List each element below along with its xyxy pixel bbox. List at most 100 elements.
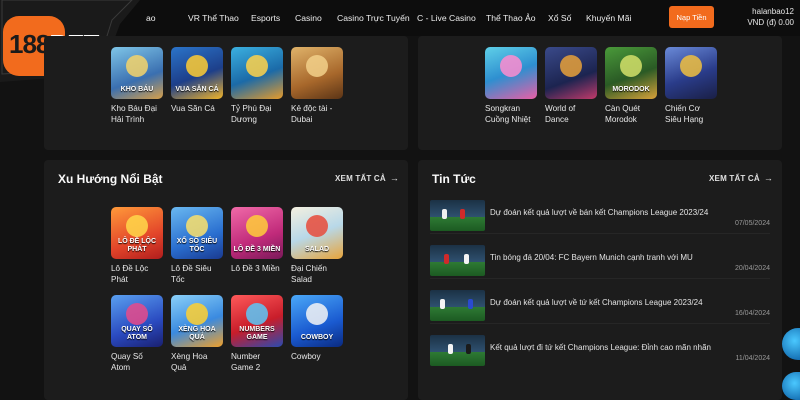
game-tile[interactable]: COWBOY Cowboy xyxy=(291,295,343,362)
news-headline: Kết quả lượt đi tứ kết Champions League:… xyxy=(490,343,711,352)
game-art-label: XÈNG HOA QUẢ xyxy=(178,326,216,341)
game-name: Vua Săn Cá xyxy=(171,104,215,113)
game-thumbnail: KHO BÁU xyxy=(111,47,163,99)
nav-item-lottery[interactable]: Xổ Số xyxy=(548,13,571,23)
game-art-icon xyxy=(500,55,522,77)
username: halanbao12 xyxy=(752,7,794,16)
news-item[interactable]: Dự đoán kết quả lượt về bán kết Champion… xyxy=(430,200,770,234)
game-art-icon xyxy=(186,55,208,77)
game-art-label: XỔ SỐ SIÊU TỐC xyxy=(176,238,218,253)
game-name: Number Game 2 xyxy=(231,352,261,372)
see-all-label: XEM TẤT CẢ xyxy=(709,174,760,183)
arrow-right-icon: → xyxy=(763,173,774,183)
news-panel: Tin Tức XEM TẤT CẢ → Dự đoán kết quả lượt… xyxy=(418,160,782,400)
news-thumbnail xyxy=(430,200,485,231)
game-thumbnail: NUMBERS GAME xyxy=(231,295,283,347)
news-date: 20/04/2024 xyxy=(734,265,770,272)
game-thumbnail: LÔ ĐỀ 3 MIỀN xyxy=(231,207,283,259)
game-name: Đại Chiến Salad xyxy=(291,264,327,284)
game-tile[interactable]: Kẻ độc tài - Dubai xyxy=(291,47,343,125)
games-panel-top-right: Songkran Cuồng Nhiệt World of Dance MORO… xyxy=(418,36,782,150)
game-art-label: SALAD xyxy=(304,246,330,253)
game-art-icon xyxy=(680,55,702,77)
game-art-label: MORODOK xyxy=(612,86,650,93)
game-thumbnail xyxy=(665,47,717,99)
game-thumbnail xyxy=(545,47,597,99)
game-art-label: LÔ ĐỀ 3 MIỀN xyxy=(233,246,281,253)
news-date: 11/04/2024 xyxy=(735,355,770,362)
game-art-icon xyxy=(246,55,268,77)
news-date: 07/05/2024 xyxy=(734,220,770,227)
game-thumbnail xyxy=(485,47,537,99)
nav-item-live-casino[interactable]: C - Live Casino xyxy=(417,13,476,23)
game-tile[interactable]: VUA SĂN CÁ Vua Săn Cá xyxy=(171,47,223,114)
nav-item-virtual-sports[interactable]: Thể Thao Ảo xyxy=(486,13,536,23)
game-tile[interactable]: KHO BÁU Kho Báu Đại Hải Trình xyxy=(111,47,163,125)
game-name: Kho Báu Đại Hải Trình xyxy=(111,104,157,124)
game-tile[interactable]: LÔ ĐỀ 3 MIỀN Lô Đề 3 Miền xyxy=(231,207,283,274)
news-date: 16/04/2024 xyxy=(734,310,770,317)
nav-item-esports[interactable]: Esports xyxy=(251,13,280,23)
news-item[interactable]: Kết quả lượt đi tứ kết Champions League:… xyxy=(430,335,770,369)
game-art-icon xyxy=(186,215,208,237)
game-name: World of Dance xyxy=(545,104,576,124)
game-thumbnail: LÔ ĐỀ LỘC PHÁT xyxy=(111,207,163,259)
nav-item-promotions[interactable]: Khuyến Mãi xyxy=(586,13,631,23)
trending-see-all-link[interactable]: XEM TẤT CẢ → xyxy=(335,173,399,183)
game-tile[interactable]: Tỷ Phú Đại Dương xyxy=(231,47,283,125)
news-item[interactable]: Tin bóng đá 20/04: FC Bayern Munich cạnh… xyxy=(430,245,770,279)
deposit-button[interactable]: Nạp Tiền xyxy=(669,6,714,28)
news-thumbnail xyxy=(430,245,485,276)
game-name: Cowboy xyxy=(291,352,321,361)
game-tile[interactable]: Songkran Cuồng Nhiệt xyxy=(485,47,537,125)
game-thumbnail xyxy=(231,47,283,99)
nav-item-vr-sports[interactable]: VR Thể Thao xyxy=(188,13,239,23)
game-thumbnail: XỔ SỐ SIÊU TỐC xyxy=(171,207,223,259)
game-art-icon xyxy=(246,215,268,237)
account-info[interactable]: halanbao12 VND (đ) 0.00 xyxy=(747,6,794,28)
game-name: Lô Đề Lộc Phát xyxy=(111,264,149,284)
game-tile[interactable]: SALAD Đại Chiến Salad xyxy=(291,207,343,285)
game-tile[interactable]: Chiến Cơ Siêu Hạng xyxy=(665,47,717,125)
arrow-right-icon: → xyxy=(389,173,400,183)
game-name: Xèng Hoa Quả xyxy=(171,352,208,372)
game-art-label: COWBOY xyxy=(300,334,334,341)
game-art-icon xyxy=(560,55,582,77)
game-name: Càn Quét Morodok xyxy=(605,104,641,124)
game-thumbnail: VUA SĂN CÁ xyxy=(171,47,223,99)
game-thumbnail: QUAY SỐ ATOM xyxy=(111,295,163,347)
trending-title: Xu Hướng Nổi Bật xyxy=(58,172,163,186)
trending-panel: Xu Hướng Nổi Bật XEM TẤT CẢ → LÔ ĐỀ LỘC P… xyxy=(44,160,408,400)
game-tile[interactable]: NUMBERS GAME Number Game 2 xyxy=(231,295,283,373)
floating-support-button[interactable] xyxy=(782,328,800,360)
game-art-icon xyxy=(126,215,148,237)
game-thumbnail: XÈNG HOA QUẢ xyxy=(171,295,223,347)
game-name: Kẻ độc tài - Dubai xyxy=(291,104,333,124)
game-name: Lô Đề Siêu Tốc xyxy=(171,264,212,284)
game-tile[interactable]: XỔ SỐ SIÊU TỐC Lô Đề Siêu Tốc xyxy=(171,207,223,285)
news-see-all-link[interactable]: XEM TẤT CẢ → xyxy=(709,173,773,183)
game-thumbnail: COWBOY xyxy=(291,295,343,347)
game-art-icon xyxy=(126,55,148,77)
game-art-icon xyxy=(306,303,328,325)
news-thumbnail xyxy=(430,290,485,321)
game-tile[interactable]: LÔ ĐỀ LỘC PHÁT Lô Đề Lộc Phát xyxy=(111,207,163,285)
nav-item-partial[interactable]: ao xyxy=(146,13,156,23)
game-name: Quay Số Atom xyxy=(111,352,143,372)
game-name: Lô Đề 3 Miền xyxy=(231,264,280,273)
game-tile[interactable]: XÈNG HOA QUẢ Xèng Hoa Quả xyxy=(171,295,223,373)
games-panel-top-left: KHO BÁU Kho Báu Đại Hải Trình VUA SĂN CÁ… xyxy=(44,36,408,150)
game-art-label: LÔ ĐỀ LỘC PHÁT xyxy=(117,238,157,253)
nav-item-casino[interactable]: Casino xyxy=(295,13,322,23)
game-art-icon xyxy=(620,55,642,77)
game-thumbnail: MORODOK xyxy=(605,47,657,99)
game-tile[interactable]: MORODOK Càn Quét Morodok xyxy=(605,47,657,125)
game-tile[interactable]: World of Dance xyxy=(545,47,597,125)
game-name: Tỷ Phú Đại Dương xyxy=(231,104,272,124)
game-tile[interactable]: QUAY SỐ ATOM Quay Số Atom xyxy=(111,295,163,373)
game-art-icon xyxy=(186,303,208,325)
news-item[interactable]: Dự đoán kết quả lượt về tứ kết Champions… xyxy=(430,290,770,324)
game-art-label: VUA SĂN CÁ xyxy=(175,86,219,93)
floating-chat-button[interactable] xyxy=(782,372,800,400)
nav-item-online-casino[interactable]: Casino Trực Tuyến xyxy=(337,13,410,23)
